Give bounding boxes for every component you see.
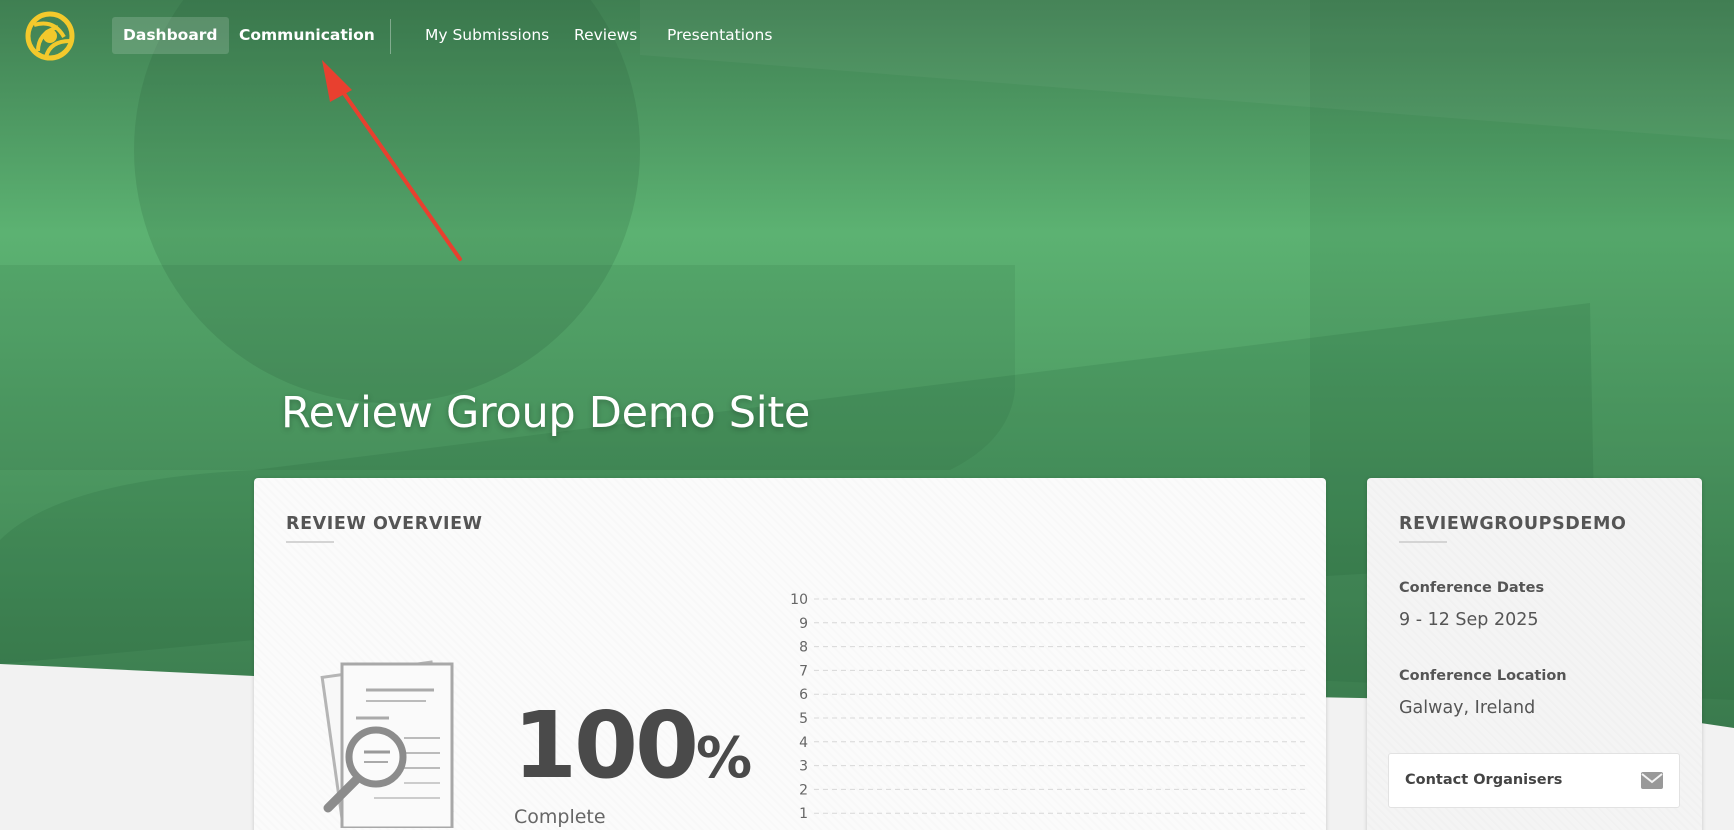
envelope-icon [1641,772,1663,789]
page-title: Review Group Demo Site [281,388,811,438]
chart-y-tick-label: 9 [799,616,808,632]
chart-y-tick-label: 1 [799,806,808,822]
heading-underline [1399,541,1447,543]
chart-y-tick-label: 8 [799,640,808,656]
review-chart: 109876543210 [790,592,1309,822]
conference-logo-icon[interactable] [24,11,76,61]
top-navigation: Dashboard Communication My Submissions R… [0,0,1734,72]
percent-value: 100 [513,692,699,799]
review-overview-heading: REVIEW OVERVIEW [286,514,483,534]
conference-heading: REVIEWGROUPSDEMO [1399,514,1627,534]
nav-divider [390,19,391,54]
conference-info-card: REVIEWGROUPSDEMO Conference Dates 9 - 12… [1367,478,1702,830]
nav-item-my-submissions[interactable]: My Submissions [425,17,549,54]
nav-item-reviews[interactable]: Reviews [574,17,637,54]
conference-dates-value: 9 - 12 Sep 2025 [1399,610,1539,630]
contact-organisers-button[interactable]: Contact Organisers [1388,753,1680,808]
chart-y-tick-label: 7 [799,663,808,679]
chart-y-tick-label: 3 [799,759,808,775]
document-search-icon [320,660,454,828]
chart-y-tick-label: 6 [799,687,808,703]
nav-item-communication[interactable]: Communication [239,17,375,54]
chart-y-tick-label: 5 [799,711,808,727]
chart-y-tick-label: 10 [790,592,808,608]
heading-underline [286,541,334,543]
conference-dates-label: Conference Dates [1399,580,1545,596]
conference-location-value: Galway, Ireland [1399,698,1536,718]
chart-y-tick-label: 4 [799,735,808,751]
nav-item-presentations[interactable]: Presentations [667,17,772,54]
completion-percentage: 100% [513,692,752,799]
review-overview-card: REVIEW OVERVIEW 100% Complete 10 9 8 7 6 5 4 3 2… [254,478,1326,830]
complete-label: Complete [514,806,606,828]
percent-sign: % [696,726,753,791]
chart-grid: 109876543210 [790,592,1309,822]
conference-location-label: Conference Location [1399,668,1567,684]
nav-item-dashboard[interactable]: Dashboard [112,17,229,54]
contact-organisers-label: Contact Organisers [1405,772,1563,788]
chart-y-tick-label: 2 [799,782,808,798]
